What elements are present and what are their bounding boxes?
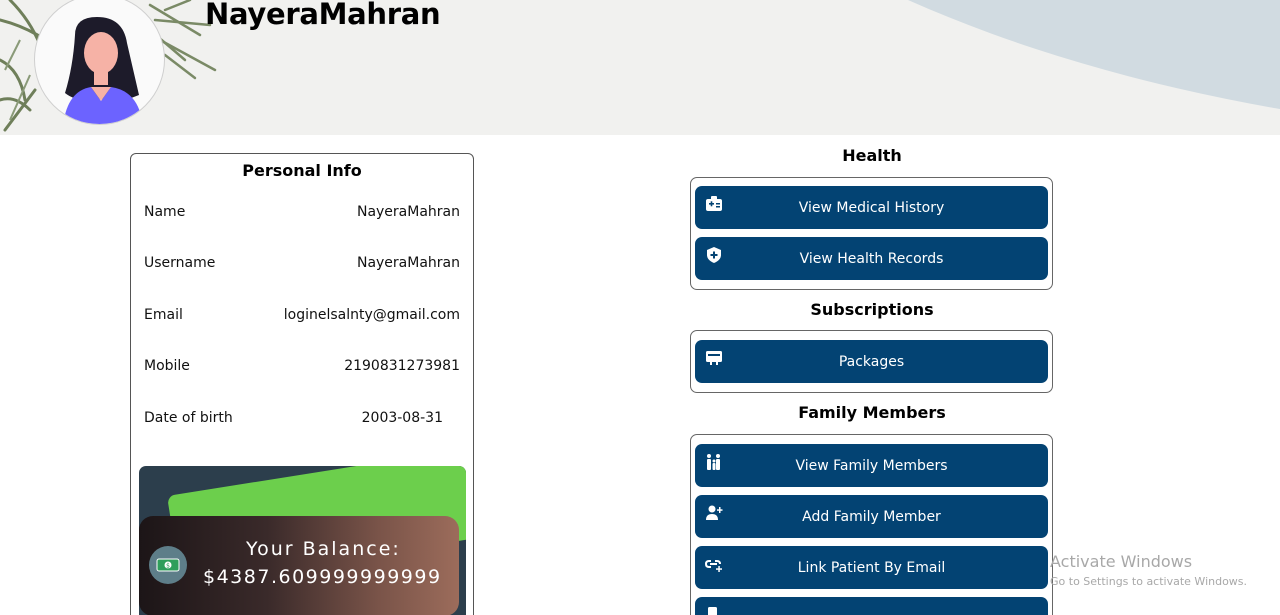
view-family-members-button[interactable]: View Family Members [695,444,1048,487]
info-label: Date of birth [144,410,233,426]
button-label: View Health Records [799,250,944,267]
info-row-email: Email loginelsalnty@gmail.com [144,307,460,323]
subscriptions-section-title: Subscriptions [810,300,934,319]
info-label: Username [144,255,216,271]
family-group: View Family Members Add Family Member Li… [690,434,1053,615]
svg-text:$: $ [166,563,170,570]
button-label: View Family Members [795,457,948,474]
windows-activation-watermark: Activate Windows [1050,552,1193,571]
add-family-member-button[interactable]: Add Family Member [695,495,1048,538]
link-patient-button-partial[interactable] [695,597,1048,615]
user-plus-icon [706,505,723,520]
shield-plus-icon [707,247,721,263]
info-row-dob: Date of birth 2003-08-31 [144,410,443,426]
profile-banner: NayeraMahran [0,0,1280,135]
avatar [34,0,165,125]
info-value: loginelsalnty@gmail.com [283,307,460,323]
subscriptions-group: Packages [690,330,1053,393]
info-value: NayeraMahran [356,204,460,220]
packages-button[interactable]: Packages [695,340,1048,383]
button-label: Add Family Member [802,508,941,525]
info-label: Mobile [144,358,190,374]
link-plus-icon [705,560,722,572]
balance-label: Your Balance: [246,538,401,560]
windows-activation-hint: Go to Settings to activate Windows. [1050,575,1248,588]
family-section-title: Family Members [798,403,946,422]
info-row-mobile: Mobile 2190831273981 [144,358,460,374]
view-health-records-button[interactable]: View Health Records [695,237,1048,280]
balance-value: $4387.609999999999 [203,566,442,588]
package-card-icon [706,351,722,365]
info-row-name: Name NayeraMahran [144,204,460,220]
banner-decor-shape [547,0,1280,135]
personal-info-title: Personal Info [242,161,362,180]
button-label: View Medical History [798,199,945,216]
info-label: Name [144,204,186,220]
health-section-title: Health [842,146,902,165]
family-icon [707,454,720,470]
money-icon: $ [149,546,187,584]
page-title: NayeraMahran [205,0,441,31]
button-label: Packages [838,353,905,370]
info-value: 2190831273981 [344,358,460,374]
phone-link-icon [708,607,717,615]
info-value: NayeraMahran [356,255,460,271]
health-group: View Medical History View Health Records [690,177,1053,290]
link-patient-by-email-button[interactable]: Link Patient By Email [695,546,1048,589]
personal-info-card: Personal Info Name NayeraMahran Username… [130,153,474,615]
info-value: 2003-08-31 [361,410,443,426]
view-medical-history-button[interactable]: View Medical History [695,186,1048,229]
info-row-username: Username NayeraMahran [144,255,460,271]
info-label: Email [144,307,183,323]
button-label: Link Patient By Email [797,559,946,576]
medical-id-icon [706,196,722,211]
wallet-balance-card: $ Your Balance: $4387.609999999999 [139,466,466,615]
